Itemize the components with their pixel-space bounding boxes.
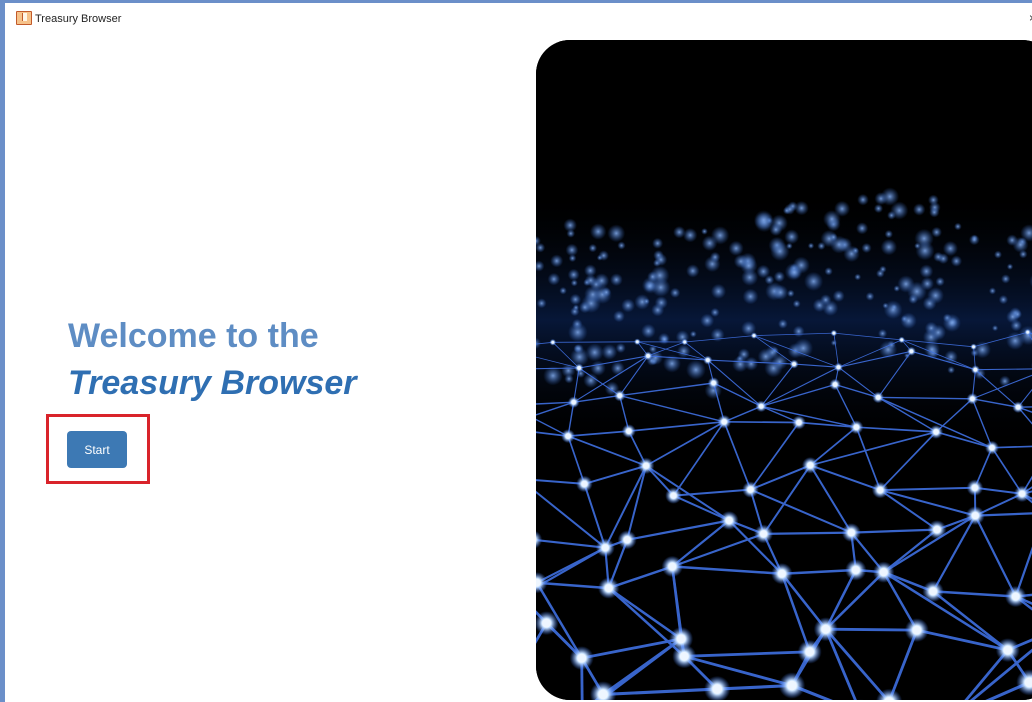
window-title: Treasury Browser bbox=[35, 13, 122, 25]
app-icon bbox=[16, 11, 32, 25]
network-mesh-image bbox=[536, 40, 1032, 700]
title-bar: Treasury Browser × bbox=[10, 6, 1032, 32]
start-button[interactable]: Start bbox=[67, 431, 127, 468]
welcome-line-1: Welcome to the bbox=[68, 317, 319, 355]
welcome-heading: Welcome to the Treasury Browser bbox=[68, 313, 357, 407]
welcome-line-2: Treasury Browser bbox=[68, 364, 357, 402]
